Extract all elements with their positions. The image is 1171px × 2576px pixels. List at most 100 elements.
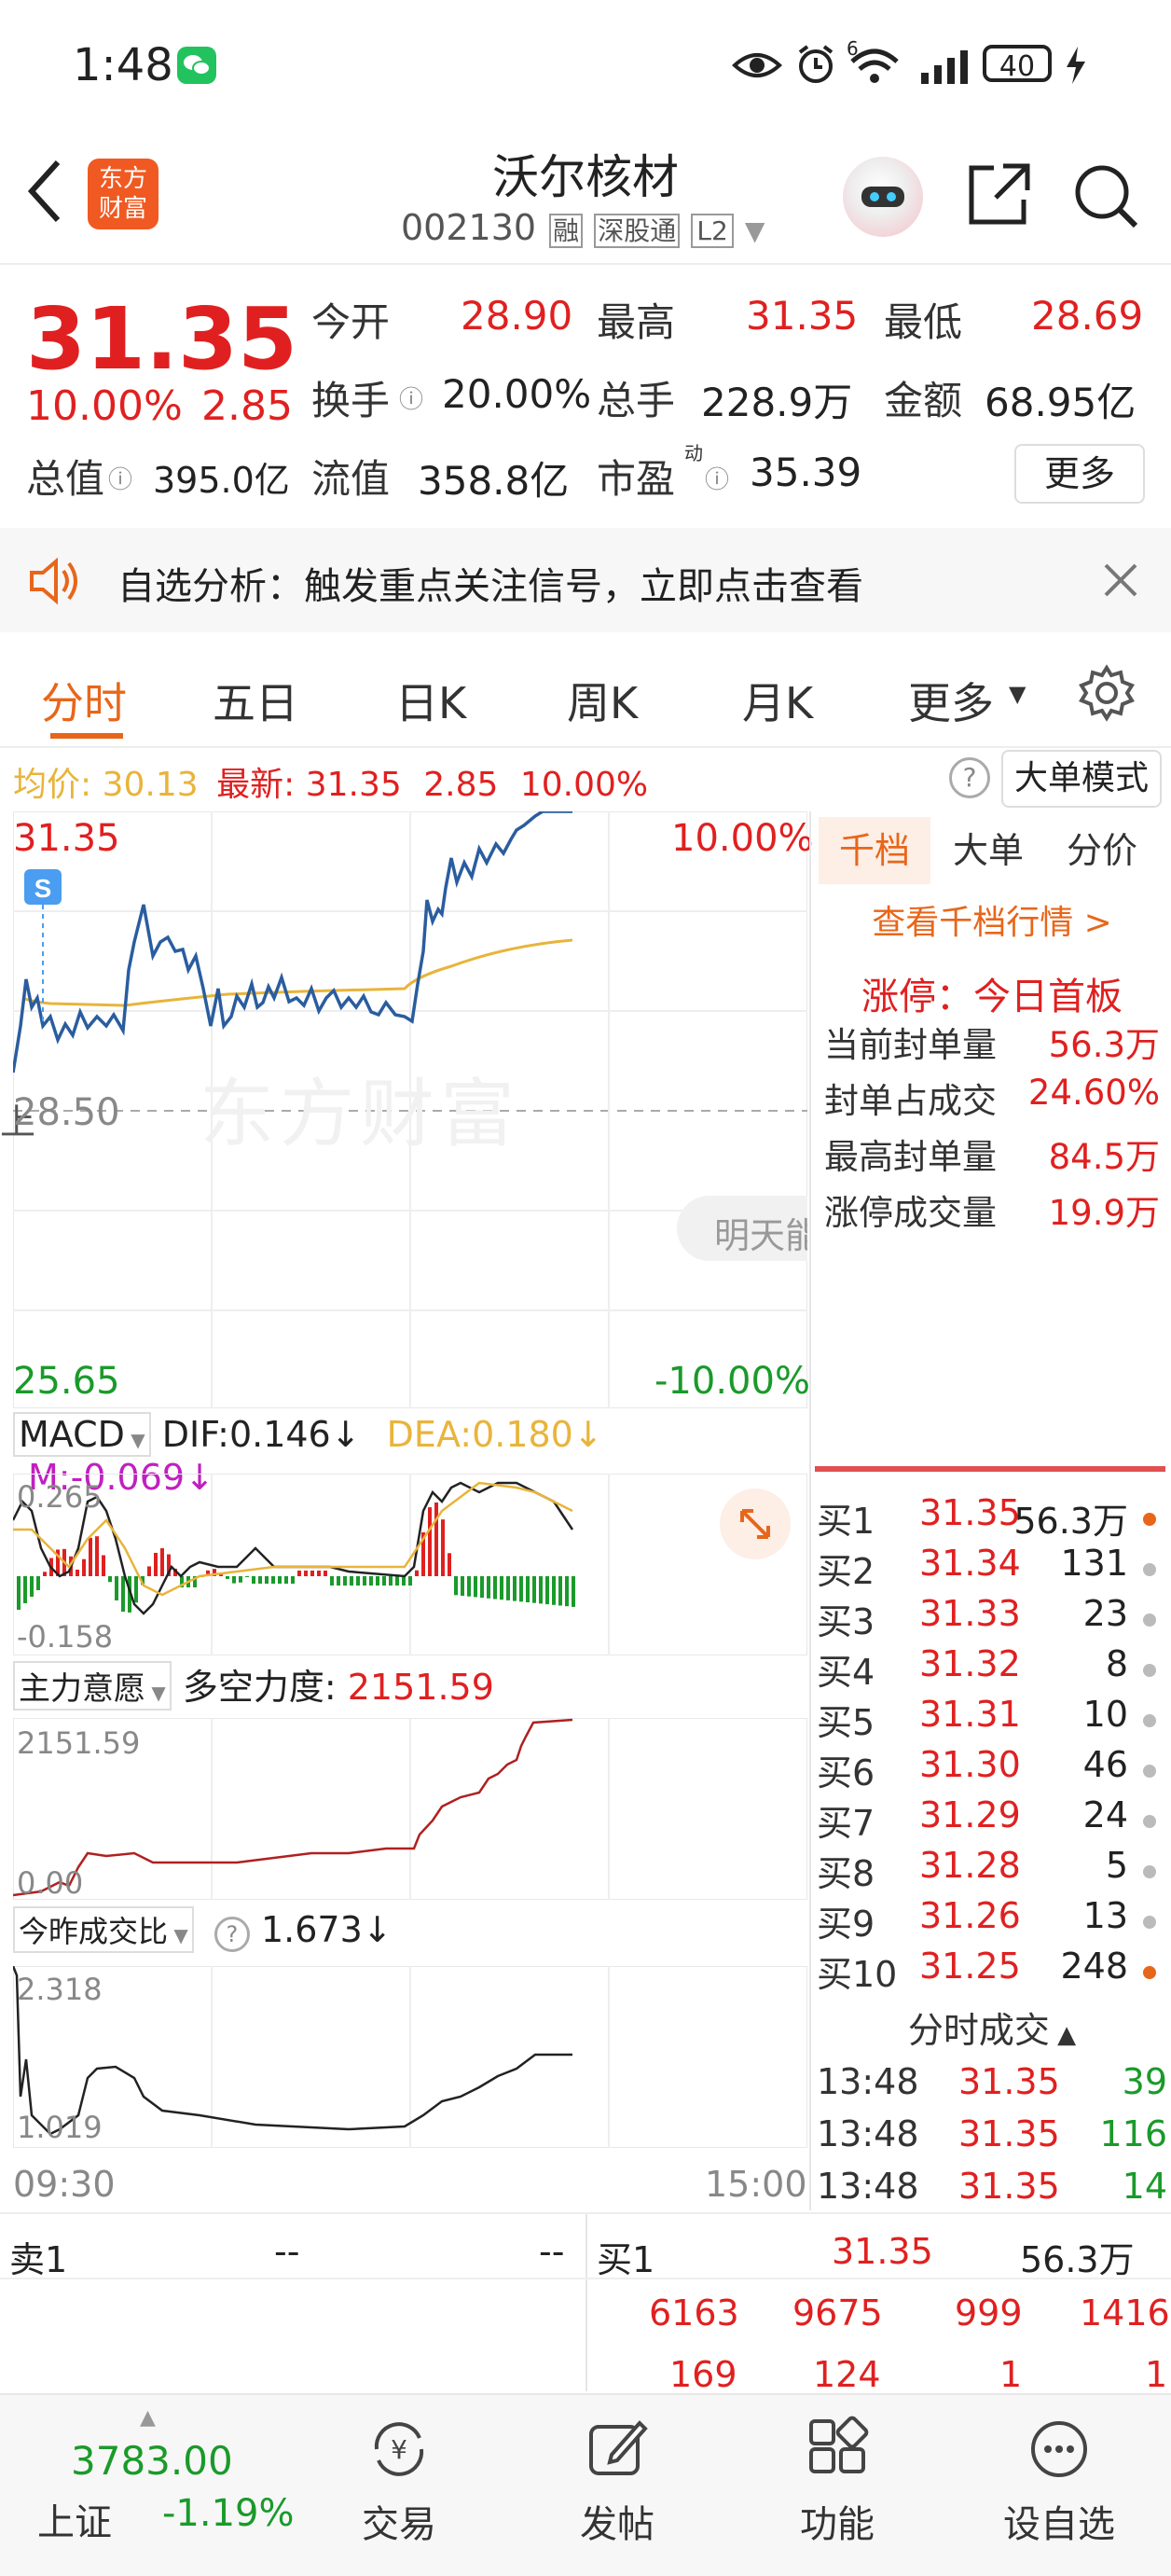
macd-histogram-bar <box>252 1576 255 1584</box>
bid-dot-icon <box>1143 1865 1156 1878</box>
info-icon[interactable]: ⓘ <box>399 381 423 415</box>
tab-monthly-k[interactable]: 月K <box>742 670 813 731</box>
wechat-icon <box>177 47 216 84</box>
macd-histogram-bar <box>278 1576 282 1584</box>
bid-price: 31.28 <box>919 1845 1021 1886</box>
latest-pct: 10.00% <box>519 766 649 804</box>
nav-post[interactable]: 发帖 <box>533 2416 701 2548</box>
index-name: 上证 <box>37 2501 112 2544</box>
macd-histogram-bar <box>271 1576 275 1584</box>
dropdown-icon[interactable]: ▼ <box>745 215 765 246</box>
float-label: 流值 <box>311 456 391 502</box>
trade-time: 13:48 <box>817 2166 919 2207</box>
bottom-order-book: 卖1 -- -- 买1 31.35 56.3万 6163 9675 999 14… <box>0 2214 1171 2395</box>
macd-histogram-bar <box>310 1571 314 1576</box>
trade-volume: 116 <box>1099 2113 1167 2154</box>
seal-stat-label: 最高封单量 <box>824 1137 997 1177</box>
vol-ratio-chart[interactable] <box>13 1966 807 2148</box>
bid-row[interactable]: 买4 31.32 8 <box>815 1643 1169 1694</box>
macd-histogram-bar <box>160 1548 164 1576</box>
seal-stat-label: 当前封单量 <box>824 1025 997 1065</box>
help-icon[interactable]: ? <box>214 1917 250 1952</box>
macd-histogram-bar <box>23 1576 27 1603</box>
dropdown-icon[interactable]: ▼ <box>1009 681 1026 707</box>
bid-row[interactable]: 买9 31.26 13 <box>815 1895 1169 1946</box>
bid-row[interactable]: 买7 31.29 24 <box>815 1794 1169 1845</box>
volume-label: 总手 <box>597 378 676 423</box>
chart-bottom-pct: -10.00% <box>654 1360 810 1403</box>
bid-volume: 24 <box>1082 1794 1128 1835</box>
info-icon[interactable]: ⓘ <box>108 461 132 495</box>
bid-price: 31.34 <box>919 1543 1021 1584</box>
macd-histogram-bar <box>480 1576 484 1599</box>
bid-price: 31.32 <box>919 1643 1021 1684</box>
bid-row[interactable]: 买8 31.28 5 <box>815 1845 1169 1895</box>
vol-ratio-selector[interactable]: 今昨成交比 ▼ <box>13 1906 194 1953</box>
index-ticker[interactable]: ▲ 3783.00 上证 -1.19% <box>0 2395 308 2576</box>
tomorrow-hint-pill[interactable]: 明天能 <box>677 1196 807 1261</box>
macd-histogram-bar <box>284 1576 288 1584</box>
bid-row[interactable]: 买1 31.35 56.3万 <box>815 1492 1169 1543</box>
bid-dot-icon <box>1143 1765 1156 1778</box>
nav-functions[interactable]: 功能 <box>753 2416 921 2548</box>
macd-histogram-bar <box>513 1576 517 1601</box>
bid-row[interactable]: 买10 31.25 248 <box>815 1946 1169 1996</box>
bid-volume: 46 <box>1082 1744 1128 1785</box>
macd-chart[interactable] <box>13 1474 807 1655</box>
nav-add-watchlist[interactable]: 设自选 <box>975 2416 1143 2548</box>
expand-icon[interactable] <box>720 1489 791 1559</box>
vol-ratio-min: 1.019 <box>17 2110 103 2145</box>
high-label: 最高 <box>597 299 676 345</box>
low-label: 最低 <box>884 299 963 345</box>
share-icon[interactable] <box>966 160 1033 231</box>
robot-avatar-icon[interactable] <box>843 157 923 237</box>
macd-histogram-bar <box>134 1576 138 1603</box>
view-levels-link[interactable]: 查看千档行情 > <box>815 895 1169 944</box>
tab-daily-k[interactable]: 日K <box>395 670 466 731</box>
pe-label: 市盈 <box>597 456 676 502</box>
macd-histogram-bar <box>330 1576 334 1586</box>
main-force-selector[interactable]: 主力意愿 ▼ <box>13 1661 172 1710</box>
info-icon[interactable]: ⓘ <box>705 461 729 495</box>
bid-row[interactable]: 买5 31.31 10 <box>815 1694 1169 1744</box>
close-icon[interactable] <box>1104 563 1137 601</box>
buy1-price: 31.35 <box>832 2231 933 2272</box>
bid-volume: 5 <box>1105 1845 1128 1886</box>
macd-histogram-bar <box>402 1576 406 1586</box>
bid-volume: 10 <box>1082 1694 1128 1735</box>
bid-row[interactable]: 买3 31.33 23 <box>815 1593 1169 1643</box>
tomorrow-hint-text: 明天能 <box>714 1215 807 1256</box>
tab-big-orders[interactable]: 大单 <box>932 817 1044 884</box>
bid-dot-icon <box>1143 1916 1156 1929</box>
more-button[interactable]: 更多 <box>1014 444 1145 504</box>
notice-bar[interactable]: 自选分析：触发重点关注信号，立即点击查看 <box>0 528 1171 632</box>
charging-icon <box>1065 47 1087 88</box>
nav-post-label: 发帖 <box>580 2503 654 2546</box>
trades-title[interactable]: 分时成交 ▲ <box>815 2001 1169 2053</box>
tab-weekly-k[interactable]: 周K <box>567 670 638 731</box>
tab-more[interactable]: 更多 <box>908 670 994 731</box>
macd-histogram-bar <box>441 1519 445 1576</box>
help-icon[interactable]: ? <box>949 757 990 798</box>
bid-label: 买5 <box>817 1702 875 1743</box>
bid-row[interactable]: 买6 31.30 46 <box>815 1744 1169 1794</box>
macd-histogram-bar <box>500 1576 503 1600</box>
macd-histogram-bar <box>121 1576 125 1613</box>
seal-stat-label: 封单占成交 <box>824 1081 997 1121</box>
nav-trade[interactable]: ¥ 交易 <box>315 2416 483 2548</box>
macd-histogram-bar <box>343 1576 347 1586</box>
search-icon[interactable] <box>1072 162 1139 233</box>
tab-thousand-levels[interactable]: 千档 <box>819 817 930 884</box>
bid-price: 31.25 <box>919 1946 1021 1987</box>
chart-mid-price: 28.50 <box>13 1091 120 1134</box>
change-value: 2.85 <box>201 382 293 430</box>
tab-price-distribution[interactable]: 分价 <box>1046 817 1158 884</box>
bid-row[interactable]: 买2 31.34 131 <box>815 1543 1169 1593</box>
big-order-mode-button[interactable]: 大单模式 <box>1001 750 1162 808</box>
tab-intraday[interactable]: 分时 <box>41 670 127 731</box>
settings-gear-icon[interactable] <box>1078 664 1136 726</box>
macd-selector[interactable]: MACD ▼ <box>13 1412 151 1457</box>
nav-add-watchlist-label: 设自选 <box>1003 2503 1115 2546</box>
side-tabs: 千档 大单 分价 <box>815 817 1169 888</box>
tab-five-day[interactable]: 五日 <box>213 670 298 731</box>
